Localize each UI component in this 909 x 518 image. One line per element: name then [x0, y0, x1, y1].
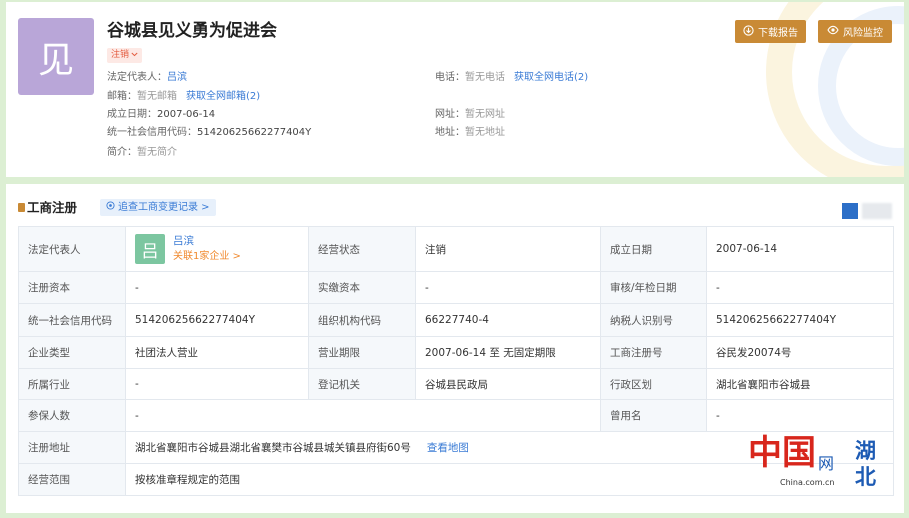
cell-value: 51420625662277404Y [706, 303, 894, 337]
cell-label: 参保人数 [18, 399, 126, 432]
registered-address-value: 湖北省襄阳市谷城县湖北省襄樊市谷城县城关镇县府街60号 [135, 442, 411, 454]
legal-rep-text: 吕滨 关联1家企业 > [173, 234, 241, 264]
table-row: 参保人数 - 曾用名 - [18, 399, 894, 432]
founded-label: 成立日期： [107, 109, 157, 120]
cell-label: 纳税人识别号 [600, 303, 707, 337]
download-report-label: 下载报告 [758, 28, 798, 39]
address-row: 地址：暂无地址 [435, 126, 505, 140]
email-label: 邮箱： [107, 91, 137, 102]
risk-monitor-label: 风险监控 [843, 28, 883, 39]
company-avatar: 见 [18, 18, 94, 95]
watermark-logo-brand: 中国 [748, 433, 816, 473]
cell-value: 2007-06-14 至 无固定期限 [415, 336, 601, 369]
founded-value: 2007-06-14 [157, 109, 216, 120]
cell-value: - [125, 368, 309, 400]
legal-rep-block: 吕 吕滨 关联1家企业 > [135, 234, 299, 264]
cell-label: 经营范围 [18, 463, 126, 496]
chevron-down-icon [131, 48, 138, 63]
section-title: 工商注册 [27, 200, 78, 215]
phone-row: 电话：暂无电话 获取全网电话(2) [435, 71, 588, 85]
risk-monitor-button[interactable]: 风险监控 [818, 20, 892, 43]
cell-value: - [706, 399, 894, 432]
cell-label: 企业类型 [18, 336, 126, 369]
cell-value: - [125, 399, 601, 432]
legal-rep-name-link[interactable]: 吕滨 [173, 234, 241, 249]
company-title: 谷城县见义勇为促进会 [107, 21, 277, 41]
cell-value: - [415, 271, 601, 304]
view-map-link[interactable]: 查看地图 [427, 442, 469, 454]
cell-value: 社团法人营业 [125, 336, 309, 369]
download-icon [743, 24, 754, 39]
document-icon [18, 203, 25, 212]
founded-row: 成立日期：2007-06-14 [107, 108, 215, 122]
cell-value: 注销 [415, 226, 601, 272]
legal-rep-cell: 吕 吕滨 关联1家企业 > [125, 226, 309, 272]
download-report-button[interactable]: 下载报告 [735, 20, 806, 43]
table-row: 注册资本 - 实缴资本 - 审核/年检日期 - [18, 271, 894, 304]
view-toggle-primary[interactable] [842, 203, 858, 219]
legal-rep-link[interactable]: 吕滨 [167, 72, 187, 83]
cell-value: 谷民发20074号 [706, 336, 894, 369]
credit-code-label: 统一社会信用代码： [107, 127, 197, 138]
legal-rep-row: 法定代表人：吕滨 [107, 71, 187, 85]
watermark-logo-domain: China.com.cn [780, 478, 835, 487]
table-row: 法定代表人 吕 吕滨 关联1家企业 > 经营状态 注销 成立日期 2007-06… [18, 226, 894, 272]
credit-code-row: 统一社会信用代码：51420625662277404Y [107, 126, 311, 140]
cell-label: 注册资本 [18, 271, 126, 304]
cell-label: 实缴资本 [308, 271, 416, 304]
intro-row: 简介：暂无简介 [107, 146, 177, 160]
cell-label: 审核/年检日期 [600, 271, 707, 304]
cell-label: 经营状态 [308, 226, 416, 272]
email-row: 邮箱：暂无邮箱 获取全网邮箱(2) [107, 90, 260, 104]
intro-label: 简介： [107, 147, 137, 158]
eye-icon [827, 25, 839, 38]
watermark-logo-region: 湖北 [855, 439, 876, 489]
cell-label: 所属行业 [18, 368, 126, 400]
company-header-card: 见 谷城县见义勇为促进会 注销 法定代表人：吕滨 电话：暂无电话 获取全网电话(2… [6, 2, 904, 177]
cell-label: 营业期限 [308, 336, 416, 369]
cell-label: 曾用名 [600, 399, 707, 432]
address-value: 暂无地址 [465, 127, 505, 138]
email-value: 暂无邮箱 [137, 91, 177, 102]
get-email-link[interactable]: 获取全网邮箱(2) [186, 91, 260, 102]
cell-value: 2007-06-14 [706, 226, 894, 272]
phone-value: 暂无电话 [465, 72, 505, 83]
phone-label: 电话： [435, 72, 465, 83]
cell-value: - [125, 271, 309, 304]
legal-rep-avatar[interactable]: 吕 [135, 234, 165, 264]
status-badge-label: 注销 [111, 50, 130, 60]
intro-value: 暂无简介 [137, 147, 177, 158]
website-value: 暂无网址 [465, 109, 505, 120]
view-toggle-secondary[interactable] [862, 203, 892, 219]
status-badge[interactable]: 注销 [107, 48, 143, 63]
website-row: 网址：暂无网址 [435, 108, 505, 122]
cell-label: 工商注册号 [600, 336, 707, 369]
trace-changes-link[interactable]: 追查工商变更记录 > [100, 199, 216, 216]
cell-label: 法定代表人 [18, 226, 126, 272]
address-label: 地址： [435, 127, 465, 138]
get-phone-link[interactable]: 获取全网电话(2) [514, 72, 588, 83]
legal-rep-label: 法定代表人： [107, 72, 167, 83]
cell-label: 成立日期 [600, 226, 707, 272]
website-label: 网址： [435, 109, 465, 120]
related-companies-link[interactable]: 关联1家企业 > [173, 249, 241, 264]
cell-value: 湖北省襄阳市谷城县 [706, 368, 894, 400]
table-row: 企业类型 社团法人营业 营业期限 2007-06-14 至 无固定期限 工商注册… [18, 336, 894, 369]
cell-label: 登记机关 [308, 368, 416, 400]
trace-changes-label: 追查工商变更记录 > [118, 202, 210, 213]
cell-value: - [706, 271, 894, 304]
target-icon [106, 199, 115, 216]
cell-label: 行政区划 [600, 368, 707, 400]
cell-label: 注册地址 [18, 431, 126, 464]
cell-value: 谷城县民政局 [415, 368, 601, 400]
watermark-logo-net: 网 [818, 454, 835, 473]
cell-label: 组织机构代码 [308, 303, 416, 337]
table-row: 统一社会信用代码 51420625662277404Y 组织机构代码 66227… [18, 303, 894, 337]
table-row: 所属行业 - 登记机关 谷城县民政局 行政区划 湖北省襄阳市谷城县 [18, 368, 894, 400]
cell-value: 51420625662277404Y [125, 303, 309, 337]
credit-code-value: 51420625662277404Y [197, 127, 312, 138]
cell-label: 统一社会信用代码 [18, 303, 126, 337]
cell-value: 66227740-4 [415, 303, 601, 337]
